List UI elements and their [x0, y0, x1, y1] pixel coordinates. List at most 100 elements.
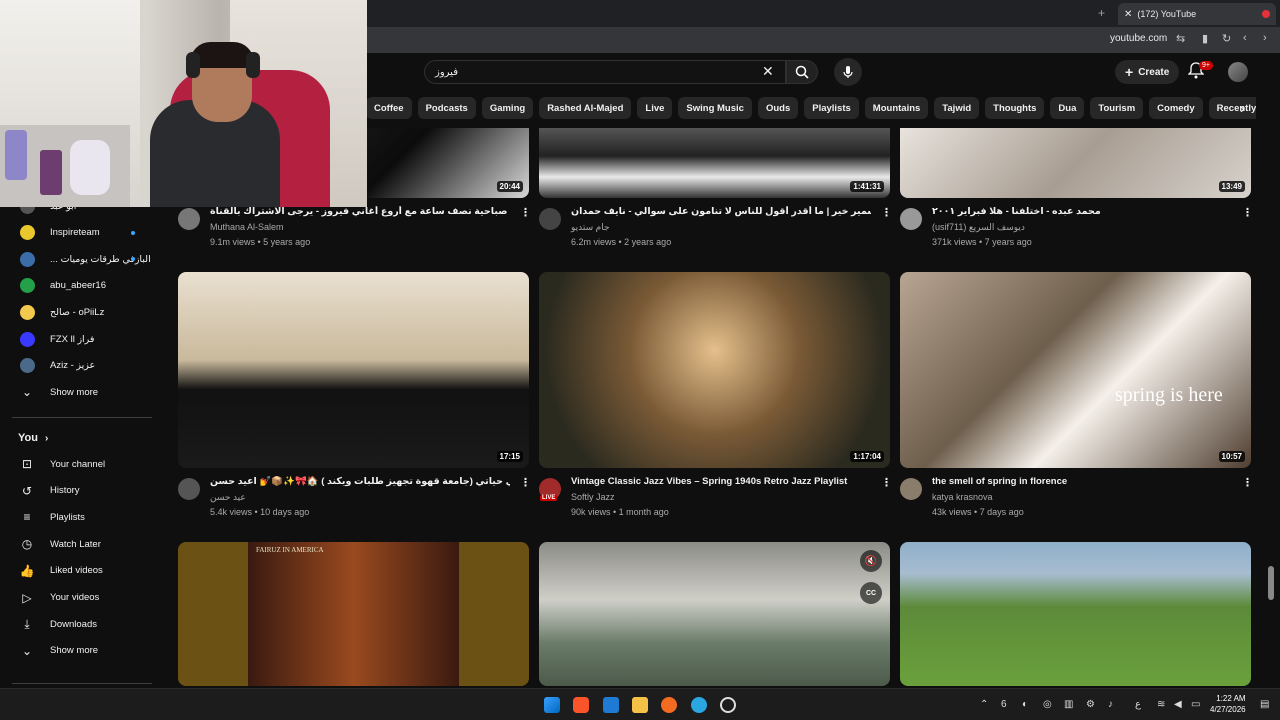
back-icon[interactable]: ‹	[1243, 32, 1247, 44]
reload-icon[interactable]: ↻	[1222, 32, 1231, 45]
subscription-item[interactable]: ... البازفي طرقات يوميات	[0, 246, 158, 272]
channel-name[interactable]: عيد حسن	[210, 492, 246, 503]
new-tab-icon[interactable]: +	[1098, 6, 1105, 20]
more-options-icon[interactable]: ⋮	[1242, 206, 1253, 219]
filter-chip[interactable]: Gaming	[481, 97, 534, 119]
account-avatar[interactable]	[1228, 62, 1248, 82]
you-item[interactable]: ▷ Your videos	[0, 585, 158, 611]
tray-browser-icon[interactable]: ◐	[1022, 699, 1028, 710]
filter-chip[interactable]: Ouds	[757, 97, 799, 119]
channel-name[interactable]: Muthana Al-Salem	[210, 222, 284, 232]
video-title[interactable]: أسبوع في حياتي (جامعة قهوة تجهيز طلبات و…	[210, 476, 510, 487]
filter-chip[interactable]: Coffee	[366, 97, 412, 119]
subscription-item[interactable]: ⌄ Show more	[0, 379, 158, 405]
vscode-icon[interactable]	[603, 697, 619, 713]
filter-chip[interactable]: Comedy	[1149, 97, 1203, 119]
video-thumbnail[interactable]: 1:17:04	[539, 272, 890, 468]
you-item[interactable]: ↺ History	[0, 478, 158, 504]
you-item[interactable]: ⊡ Your channel	[0, 451, 158, 477]
filter-chip[interactable]: Podcasts	[417, 97, 476, 119]
search-button[interactable]	[786, 60, 818, 84]
captions-icon[interactable]: CC	[860, 582, 882, 604]
more-options-icon[interactable]: ⋮	[881, 476, 892, 489]
filter-chip[interactable]: Playlists	[804, 97, 859, 119]
channel-avatar[interactable]	[900, 478, 922, 500]
filter-chip[interactable]: Tourism	[1090, 97, 1144, 119]
video-thumbnail[interactable]: 17:15	[178, 272, 529, 468]
filter-chip[interactable]: Live	[637, 97, 673, 119]
channel-name[interactable]: katya krasnova	[932, 492, 993, 502]
windows-start-icon[interactable]	[544, 697, 560, 713]
video-thumbnail[interactable]	[900, 542, 1251, 686]
video-thumbnail[interactable]: 10:57 spring is here	[900, 272, 1251, 468]
app-icon[interactable]	[661, 697, 677, 713]
channel-name[interactable]: (usif711) ديوسف السريع	[932, 222, 1025, 233]
video-title[interactable]: Vintage Classic Jazz Vibes – Spring 1940…	[571, 476, 871, 487]
filter-chip[interactable]: Thoughts	[985, 97, 1045, 119]
channel-name[interactable]: جام ستديو	[571, 222, 610, 233]
more-options-icon[interactable]: ⋮	[881, 206, 892, 219]
brave-browser-icon[interactable]	[573, 697, 589, 713]
tray-overflow-icon[interactable]: ⌃	[980, 699, 988, 710]
tray-chart-icon[interactable]: ▥	[1064, 699, 1073, 710]
channel-avatar[interactable]	[178, 478, 200, 500]
video-thumbnail[interactable]: 🔇 CC	[539, 542, 890, 686]
channel-name[interactable]: Softly Jazz	[571, 492, 615, 502]
browser-tab[interactable]: ✕ (172) YouTube	[1118, 3, 1276, 25]
tray-edge-icon[interactable]: ◎	[1043, 699, 1052, 710]
filter-chip[interactable]: Tajwid	[934, 97, 980, 119]
system-clock[interactable]: 1:22 AM 4/27/2026	[1210, 693, 1246, 715]
site-settings-icon[interactable]: ⇆	[1176, 32, 1185, 45]
subscription-item[interactable]: Aziz - عزيز	[0, 353, 158, 379]
page-scrollbar[interactable]	[1268, 566, 1274, 600]
subscription-item[interactable]: FZX ll فراز	[0, 326, 158, 352]
channel-avatar[interactable]	[900, 208, 922, 230]
filter-chip[interactable]: Mountains	[864, 97, 929, 119]
clear-search-icon[interactable]: ✕	[762, 63, 774, 80]
close-tab-icon[interactable]: ✕	[1124, 9, 1132, 20]
you-item[interactable]: 👍 Liked videos	[0, 558, 158, 584]
you-item[interactable]: ◷ Watch Later	[0, 531, 158, 557]
chevron-right-icon[interactable]: ›	[1240, 100, 1245, 116]
wifi-icon[interactable]: ≋	[1157, 699, 1165, 710]
you-section-heading[interactable]: You ›	[18, 432, 48, 444]
tray-settings-icon[interactable]: ⚙	[1086, 699, 1095, 710]
channel-avatar[interactable]	[539, 208, 561, 230]
more-options-icon[interactable]: ⋮	[520, 206, 531, 219]
mute-icon[interactable]: 🔇	[860, 550, 882, 572]
telegram-icon[interactable]	[691, 697, 707, 713]
more-options-icon[interactable]: ⋮	[520, 476, 531, 489]
video-title[interactable]: the smell of spring in florence	[932, 476, 1232, 487]
search-input[interactable]: فيروز	[424, 60, 786, 84]
tray-mic-icon[interactable]: ♪	[1108, 699, 1113, 710]
video-thumbnail[interactable]: FAIRUZ IN AMERICA	[178, 542, 529, 686]
you-item[interactable]: ⌄ Show more	[0, 638, 158, 664]
video-title[interactable]: فيروزيات صباحية نصف ساعة مع أروع أغاني ف…	[210, 206, 510, 217]
bookmark-icon[interactable]: ▮	[1202, 32, 1208, 45]
video-thumbnail[interactable]: 1:41:31	[539, 128, 890, 198]
more-options-icon[interactable]: ⋮	[1242, 476, 1253, 489]
filter-chip[interactable]: Swing Music	[678, 97, 752, 119]
video-title[interactable]: بودكاست بسمير خير | ما أقدر أقول للناس ل…	[571, 206, 871, 217]
battery-icon[interactable]: ▭	[1191, 699, 1200, 710]
chatgpt-icon[interactable]	[720, 697, 736, 713]
subscription-item[interactable]: صالح - oPiiLz	[0, 299, 158, 325]
you-item[interactable]: ⤓ Downloads	[0, 611, 158, 637]
subscription-item[interactable]: Inspireteam	[0, 220, 158, 246]
voice-search-button[interactable]	[834, 58, 862, 86]
filter-chip[interactable]: Dua	[1050, 97, 1085, 119]
forward-icon[interactable]: ›	[1263, 32, 1267, 44]
create-button[interactable]: + Create	[1115, 60, 1180, 84]
tray-app-icon[interactable]: 6	[1001, 699, 1007, 710]
subscription-item[interactable]: abu_abeer16	[0, 273, 158, 299]
channel-avatar[interactable]: LIVE	[539, 478, 561, 501]
file-explorer-icon[interactable]	[632, 697, 648, 713]
notification-center-icon[interactable]: ▤	[1260, 699, 1269, 710]
language-indicator[interactable]: ع	[1135, 699, 1141, 710]
video-title[interactable]: محمد عبده - اختلفنا - هلا فبراير ٢٠٠١	[932, 206, 1232, 217]
video-thumbnail[interactable]: 13:49	[900, 128, 1251, 198]
volume-icon[interactable]: ◀	[1174, 699, 1182, 710]
you-item[interactable]: ≡ Playlists	[0, 504, 158, 530]
channel-avatar[interactable]	[178, 208, 200, 230]
filter-chip[interactable]: Rashed Al-Majed	[539, 97, 632, 119]
